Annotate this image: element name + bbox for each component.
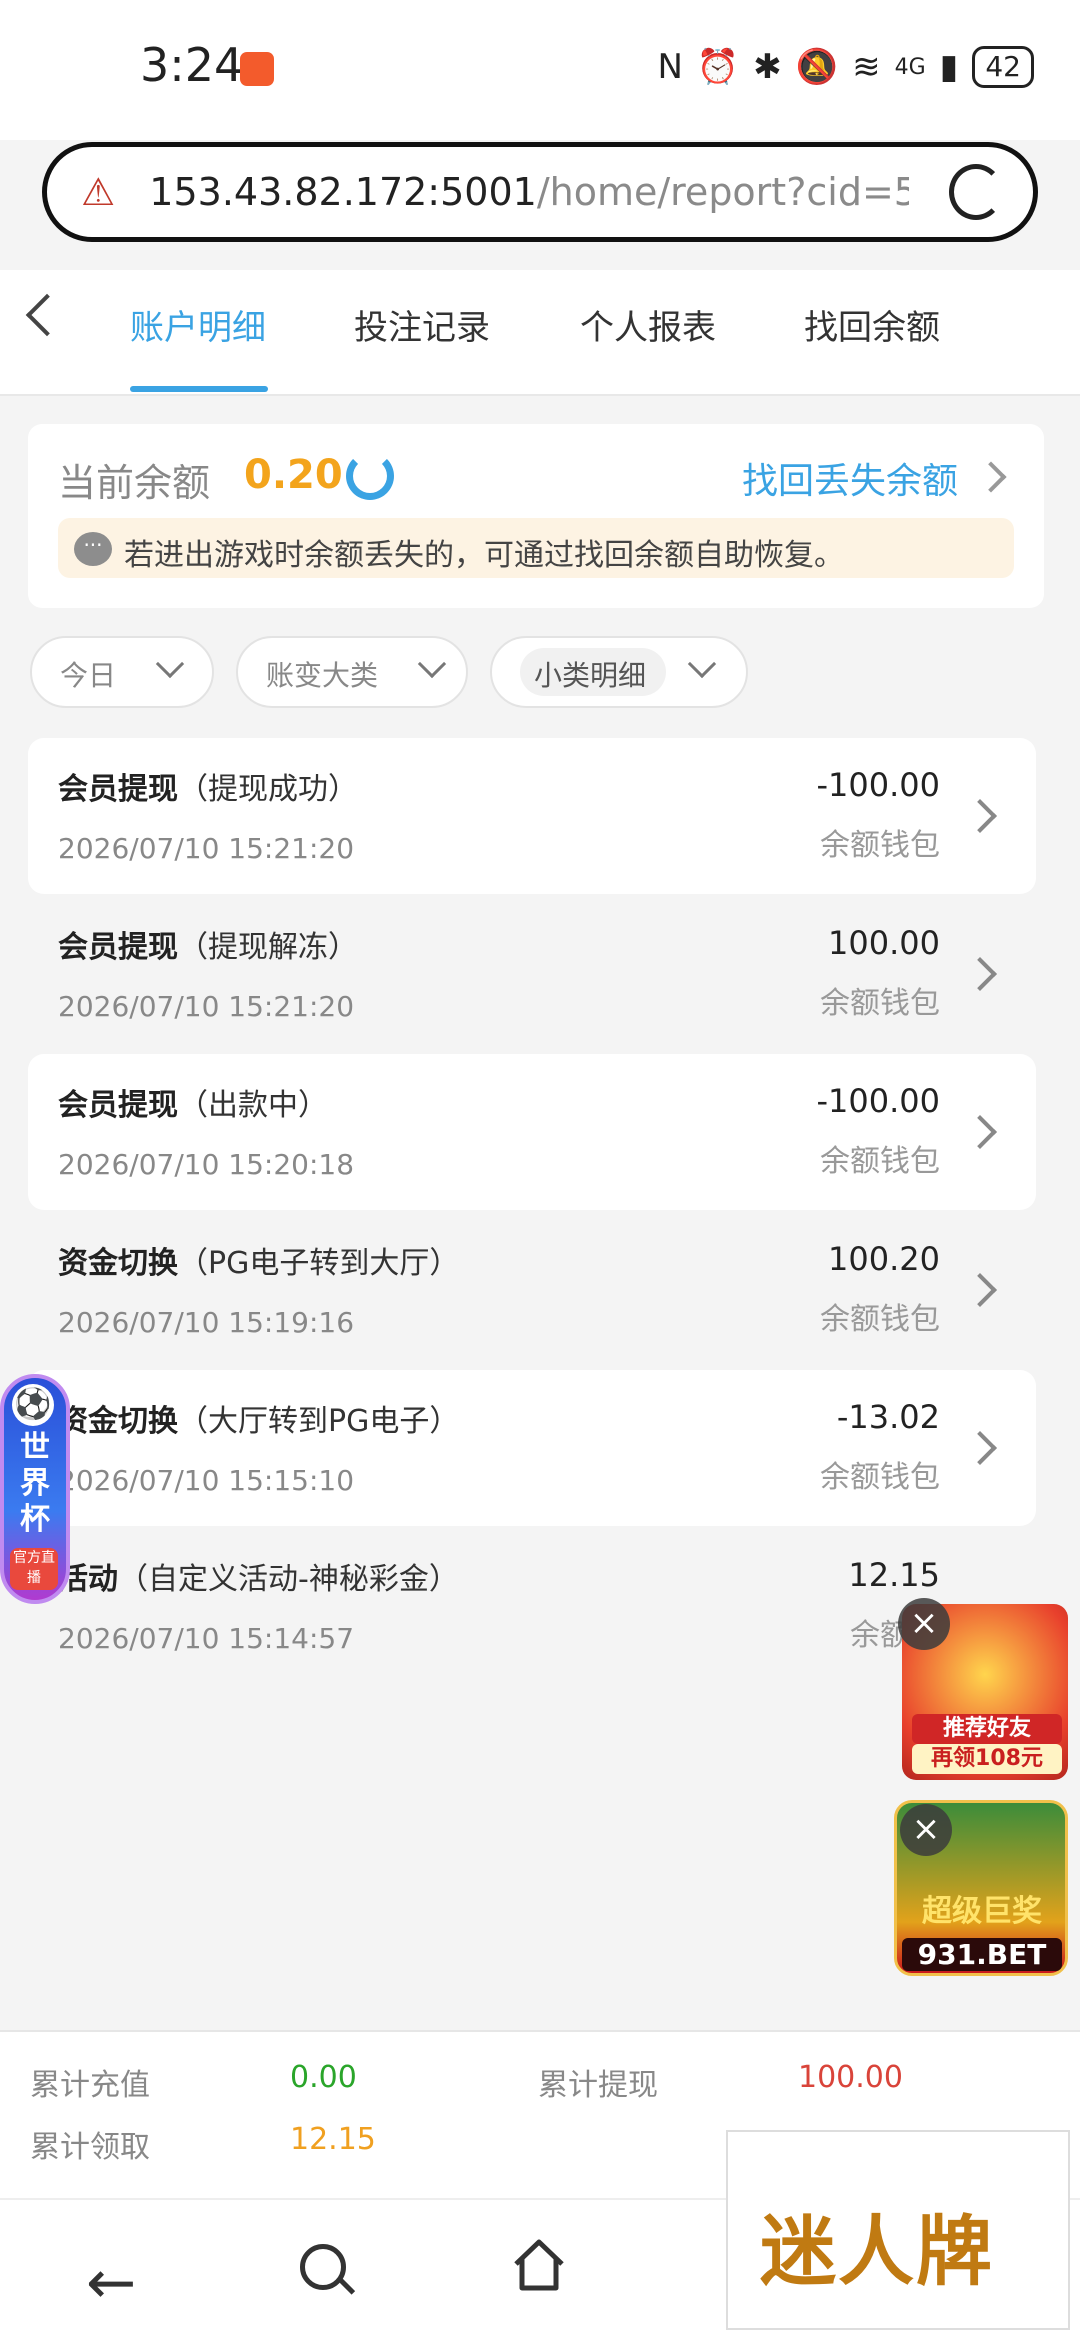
record-amount: -100.00 [816, 1082, 940, 1120]
total-recharge-label: 累计充值 [30, 2068, 150, 2103]
record-row[interactable] [28, 1528, 1036, 1684]
soccer-ball-icon: ⚽ [12, 1384, 54, 1426]
status-icons: N ⏰ ✱ 🔕 ≋ 4G ▮ 42 [657, 46, 1034, 88]
status-time: 3:24 [140, 38, 244, 92]
record-amount: -100.00 [816, 766, 940, 804]
filter-date[interactable] [30, 636, 214, 708]
app-notification-icon [240, 52, 274, 86]
record-date: 2026/07/10 15:14:57 [58, 1622, 355, 1655]
network-type: 4G [894, 54, 926, 80]
record-date: 2026/07/10 15:21:20 [58, 990, 355, 1023]
url-host: 153.43.82.172:5001 [149, 170, 537, 214]
reload-icon[interactable] [948, 164, 1003, 220]
refer-friend-text: 推荐好友 再领108元 [912, 1714, 1062, 1774]
record-amount: 12.15 [848, 1556, 940, 1594]
promo-line2: 再领108元 [912, 1744, 1062, 1774]
record-wallet: 余额钱包 [820, 1144, 940, 1179]
home-icon[interactable] [510, 2236, 568, 2294]
close-icon[interactable]: × [898, 1598, 950, 1650]
balance-value: 0.20 [244, 452, 343, 498]
total-withdraw-value: 100.00 [798, 2060, 903, 2095]
record-title: 资金切换（PG电子转到大厅） [58, 1246, 460, 1281]
record-amount: -13.02 [836, 1398, 940, 1436]
chat-bubble-icon: ··· [74, 532, 112, 566]
warning-icon[interactable]: ⚠ [77, 170, 119, 214]
back-arrow-icon[interactable]: ← [86, 2248, 136, 2318]
signal-icon: ▮ [939, 47, 959, 87]
tab-bet-records[interactable]: 投注记录 [354, 300, 490, 349]
total-withdraw-label: 累计提现 [538, 2068, 658, 2103]
recover-balance-link[interactable]: 找回丢失余额 [742, 452, 958, 504]
filter-category-label: 账变大类 [266, 659, 379, 692]
jackpot-title: 超级巨奖 [922, 1894, 1042, 1929]
record-title: 会员提现（提现解冻） [58, 930, 358, 965]
alarm-icon: ⏰ [696, 47, 740, 87]
url-text[interactable]: 153.43.82.172:5001/home/report?cid=5442 [149, 170, 908, 214]
record-title: 资金切换（大厅转到PG电子） [58, 1404, 460, 1439]
worldcup-live-label: 官方直播 [10, 1548, 58, 1590]
promo-line1: 推荐好友 [912, 1714, 1062, 1744]
record-date: 2026/07/10 15:21:20 [58, 832, 355, 865]
total-claim-value: 12.15 [290, 2122, 376, 2157]
balance-label: 当前余额 [58, 461, 211, 505]
total-claim-label: 累计领取 [30, 2130, 150, 2165]
active-tab-indicator [130, 386, 268, 392]
record-wallet: 余额钱包 [820, 986, 940, 1021]
total-recharge-value: 0.00 [290, 2060, 357, 2095]
bluetooth-icon: ✱ [753, 47, 782, 87]
close-icon[interactable]: × [900, 1804, 952, 1856]
address-bar[interactable]: ⚠ 153.43.82.172:5001/home/report?cid=544… [42, 142, 1038, 242]
filter-subcategory-label: 小类明细 [534, 659, 647, 692]
record-wallet: 余额钱包 [820, 828, 940, 863]
record-row[interactable] [28, 738, 1036, 894]
record-row[interactable] [28, 1212, 1036, 1368]
record-amount: 100.20 [828, 1240, 940, 1278]
record-wallet: 余额钱包 [820, 1460, 940, 1495]
record-title: 活动（自定义活动-神秘彩金） [58, 1562, 459, 1597]
record-wallet: 余额钱包 [820, 1302, 940, 1337]
wifi-icon: ≋ [852, 47, 881, 87]
url-path: /home/report?cid=5442 [536, 170, 909, 214]
worldcup-label: 世界杯 [20, 1430, 50, 1537]
nfc-icon: N [657, 47, 683, 87]
refresh-icon[interactable] [346, 452, 394, 500]
filter-date-label: 今日 [60, 659, 117, 692]
notice-text: 若进出游戏时余额丢失的，可通过找回余额自助恢复。 [124, 538, 844, 573]
record-title: 会员提现（出款中） [58, 1088, 328, 1123]
record-row[interactable] [28, 1054, 1036, 1210]
record-amount: 100.00 [828, 924, 940, 962]
record-date: 2026/07/10 15:20:18 [58, 1148, 355, 1181]
tab-personal-report[interactable]: 个人报表 [580, 300, 716, 349]
brand-logo: 迷人牌 [760, 2207, 994, 2296]
record-row[interactable] [28, 1370, 1036, 1526]
jackpot-site: 931.BET [902, 1938, 1062, 1971]
record-date: 2026/07/10 15:15:10 [58, 1464, 355, 1497]
battery-indicator: 42 [972, 46, 1034, 88]
record-row[interactable] [28, 896, 1036, 1052]
tab-recover-balance[interactable]: 找回余额 [804, 300, 940, 349]
mute-icon: 🔕 [795, 47, 839, 87]
record-title: 会员提现（提现成功） [58, 772, 358, 807]
tab-account-details[interactable]: 账户明细 [130, 300, 266, 349]
record-date: 2026/07/10 15:19:16 [58, 1306, 355, 1339]
